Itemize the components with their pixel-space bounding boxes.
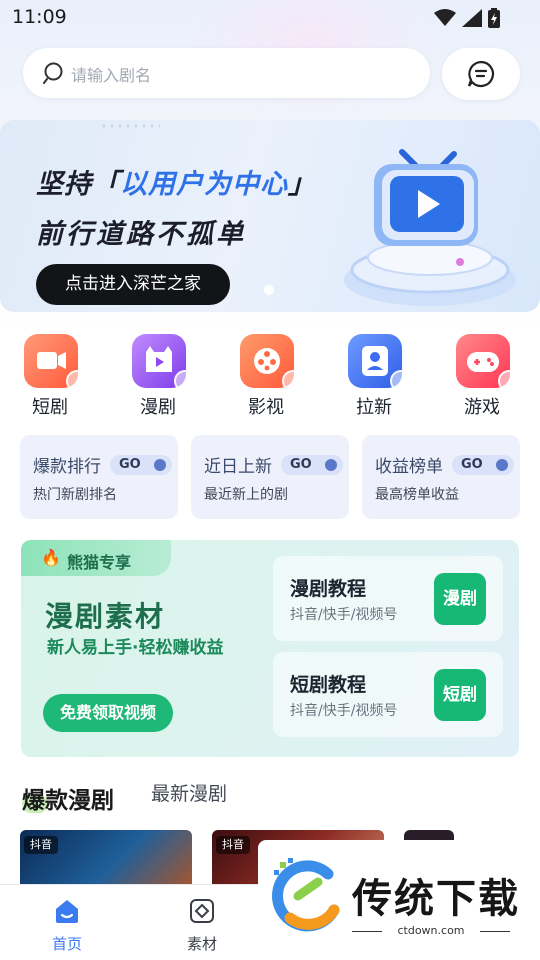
- rank-card-new[interactable]: 近日上新 GO 最近新上的剧: [191, 435, 349, 519]
- category-label: 游戏: [464, 397, 500, 418]
- rank-card-title: 近日上新: [204, 457, 272, 477]
- go-badge: GO: [110, 455, 172, 475]
- banner-cta-button[interactable]: 点击进入深芒之家: [36, 264, 230, 305]
- tutorial-button[interactable]: 短剧: [434, 669, 486, 721]
- category-label: 影视: [248, 397, 284, 418]
- rank-card-title: 爆款排行: [33, 457, 101, 477]
- rank-card-subtitle: 最高榜单收益: [375, 487, 459, 503]
- banner[interactable]: 坚持「以用户为中心」 前行道路不孤单 点击进入深芒之家: [0, 120, 540, 312]
- fire-icon: 🔥: [41, 548, 61, 567]
- watermark-url: ctdown.com: [352, 924, 510, 937]
- banner-line1: 坚持「以用户为中心」: [36, 169, 316, 200]
- promo-subtitle: 新人易上手·轻松赚收益: [47, 638, 224, 658]
- nav-label: 首页: [51, 935, 82, 953]
- promo-tag-label: 熊猫专享: [67, 553, 132, 572]
- rank-card-revenue[interactable]: 收益榜单 GO 最高榜单收益: [362, 435, 520, 519]
- status-bar: 11:09: [0, 0, 540, 36]
- go-badge: GO: [452, 455, 514, 475]
- watermark-logo: 传统下载 ctdown.com: [258, 840, 540, 960]
- tutorial-subtitle: 抖音/快手/视频号: [290, 703, 398, 719]
- douyin-badge: 抖音: [24, 836, 58, 854]
- nav-material[interactable]: 素材: [162, 897, 242, 954]
- tutorial-subtitle: 抖音/快手/视频号: [290, 607, 398, 623]
- category-label: 漫剧: [140, 397, 176, 418]
- rank-card-title: 收益榜单: [375, 457, 443, 477]
- tv-play-illustration: [344, 149, 516, 306]
- status-icons: [434, 8, 500, 28]
- play-badge-icon: [66, 370, 88, 392]
- category-short-drama[interactable]: 短剧: [10, 334, 90, 418]
- play-badge-icon: [174, 370, 196, 392]
- check-badge-icon: [390, 370, 412, 392]
- category-label: 拉新: [356, 397, 392, 418]
- banner-highlight: 以用户为中心: [120, 169, 288, 200]
- video-thumbnail[interactable]: 抖音: [20, 830, 192, 890]
- category-game[interactable]: 游戏: [442, 334, 522, 418]
- message-icon: [467, 60, 495, 88]
- tutorial-short[interactable]: 短剧教程 抖音/快手/视频号 短剧: [273, 652, 503, 737]
- tutorial-button[interactable]: 漫剧: [434, 573, 486, 625]
- promo-tag: 🔥 熊猫专享: [21, 540, 171, 576]
- rank-card-subtitle: 最近新上的剧: [204, 487, 288, 503]
- tutorial-title: 漫剧教程: [290, 578, 367, 600]
- play-badge-icon: [282, 370, 304, 392]
- rank-card-hot[interactable]: 爆款排行 GO 热门新剧排名: [20, 435, 178, 519]
- tab-hot-comics[interactable]: 爆款漫剧: [22, 781, 114, 815]
- wifi-icon: [434, 9, 456, 26]
- ctdown-logo-icon: [272, 858, 340, 932]
- nav-label: 素材: [186, 935, 217, 953]
- material-icon: [190, 899, 214, 923]
- promo-title: 漫剧素材: [45, 600, 166, 633]
- go-badge: GO: [281, 455, 343, 475]
- banner-line2: 前行道路不孤单: [36, 219, 246, 250]
- watermark-brand: 传统下载: [352, 876, 520, 922]
- check-badge-icon: [498, 370, 520, 392]
- category-label: 短剧: [32, 397, 68, 418]
- promo-card: 🔥 熊猫专享 漫剧素材 新人易上手·轻松赚收益 免费领取视频 漫剧教程 抖音/快…: [21, 540, 519, 757]
- category-invite[interactable]: 拉新: [334, 334, 414, 418]
- status-time: 11:09: [12, 6, 67, 28]
- rank-card-subtitle: 热门新剧排名: [33, 487, 117, 503]
- search-input[interactable]: 请输入剧名: [71, 62, 151, 86]
- home-icon: [56, 900, 78, 923]
- banner-page-dot: [264, 285, 274, 295]
- free-video-button[interactable]: 免费领取视频: [43, 694, 173, 732]
- category-film[interactable]: 影视: [226, 334, 306, 418]
- message-button[interactable]: [442, 48, 520, 100]
- category-comic-drama[interactable]: 漫剧: [118, 334, 198, 418]
- search-bar[interactable]: 请输入剧名: [23, 48, 430, 98]
- tab-new-comics[interactable]: 最新漫剧: [151, 779, 227, 806]
- battery-icon: [488, 8, 500, 28]
- nav-home[interactable]: 首页: [27, 897, 107, 954]
- banner-decoration: [100, 122, 160, 132]
- search-icon: [43, 62, 63, 84]
- douyin-badge: 抖音: [216, 836, 250, 854]
- signal-icon: [462, 9, 482, 27]
- tutorial-comic[interactable]: 漫剧教程 抖音/快手/视频号 漫剧: [273, 556, 503, 641]
- tutorial-title: 短剧教程: [290, 674, 367, 696]
